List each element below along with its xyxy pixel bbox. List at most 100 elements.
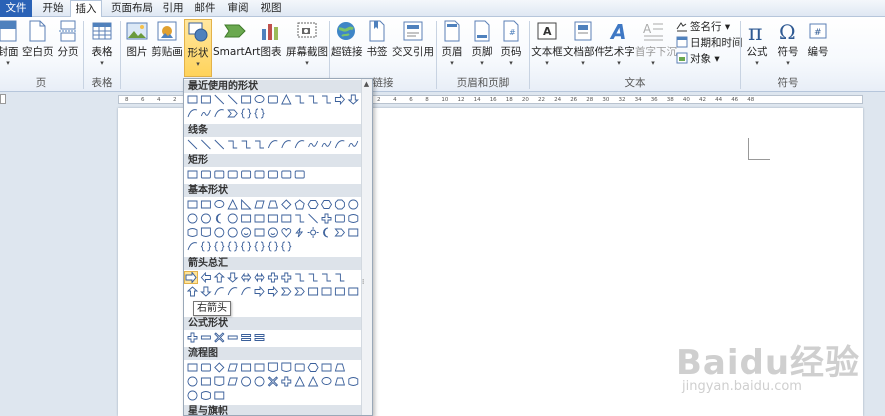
bookmark-button[interactable]: 书签	[364, 19, 390, 77]
circ-shape-icon[interactable]	[200, 213, 211, 224]
para-shape-icon[interactable]	[254, 200, 265, 209]
cyl-shape-icon[interactable]	[200, 391, 211, 400]
chevron-shape-icon[interactable]	[294, 287, 305, 296]
plus-shape-icon[interactable]	[187, 332, 198, 343]
rect-shape-icon[interactable]	[321, 363, 332, 372]
para-shape-icon[interactable]	[227, 377, 238, 386]
rrect-shape-icon[interactable]	[281, 170, 292, 179]
doc-shape-icon[interactable]	[267, 362, 278, 372]
basic-shapes-row[interactable]	[187, 227, 363, 239]
free-shape-icon[interactable]	[348, 140, 359, 148]
tab-page-layout[interactable]: 页面布局	[106, 0, 158, 17]
curve-shape-icon[interactable]	[334, 140, 345, 149]
diamond-shape-icon[interactable]	[214, 362, 225, 373]
cover-page-button[interactable]: 封面 ▾	[0, 19, 20, 77]
tab-review[interactable]: 审阅	[224, 0, 252, 17]
curve-shape-icon[interactable]	[214, 109, 224, 118]
trap-shape-icon[interactable]	[334, 363, 345, 372]
cross-reference-button[interactable]: 交叉引用	[391, 19, 435, 77]
rect-shape-icon[interactable]	[241, 95, 252, 104]
shapes-scrollbar[interactable]: ▲	[361, 79, 372, 415]
smile-shape-icon[interactable]	[267, 227, 278, 238]
minus-shape-icon[interactable]	[200, 335, 211, 340]
brace-shape-icon[interactable]	[227, 241, 238, 252]
diamond-shape-icon[interactable]	[281, 199, 292, 210]
rtri-shape-icon[interactable]	[241, 199, 252, 210]
resize-grip-icon[interactable]: ⁞	[362, 278, 364, 286]
chart-button[interactable]: 图表	[258, 19, 284, 77]
symbol-button[interactable]: Ω 符号 ▾	[773, 19, 803, 77]
brace-shape-icon[interactable]	[214, 241, 225, 252]
block-arrows-row[interactable]	[187, 272, 363, 284]
basic-shapes-row[interactable]	[187, 213, 363, 225]
cyl-shape-icon[interactable]	[348, 214, 359, 223]
rrect-shape-icon[interactable]	[241, 170, 252, 179]
equal-shape-icon[interactable]	[254, 334, 265, 341]
screenshot-button[interactable]: 屏幕截图 ▾	[285, 19, 329, 77]
sun-shape-icon[interactable]	[307, 227, 319, 238]
hex-shape-icon[interactable]	[307, 200, 319, 209]
rrect-shape-icon[interactable]	[227, 170, 238, 179]
ellipse-shape-icon[interactable]	[321, 377, 332, 385]
wordart-button[interactable]: A 艺术字 ▾	[603, 19, 635, 77]
pent-shape-icon[interactable]	[294, 199, 305, 210]
text-box-button[interactable]: A 文本框 ▾	[531, 19, 563, 77]
cyl-shape-icon[interactable]	[187, 228, 198, 237]
elbow-shape-icon[interactable]	[308, 95, 318, 104]
page-break-button[interactable]: 分页	[55, 19, 81, 77]
arrowU-shape-icon[interactable]	[213, 272, 225, 283]
line-shape-icon[interactable]	[214, 94, 225, 105]
table-button[interactable]: 表格 ▾	[88, 19, 116, 77]
ruler-toggle[interactable]	[0, 94, 6, 104]
free-shape-icon[interactable]	[200, 109, 211, 117]
block-arrows-row[interactable]	[187, 286, 363, 298]
circ-shape-icon[interactable]	[348, 199, 359, 210]
trap-shape-icon[interactable]	[267, 200, 278, 209]
arrowL-shape-icon[interactable]	[200, 272, 211, 284]
bolt-shape-icon[interactable]	[295, 227, 304, 238]
ellipse-shape-icon[interactable]	[214, 200, 225, 208]
free-shape-icon[interactable]	[308, 140, 319, 148]
rrect-shape-icon[interactable]	[294, 170, 305, 179]
arrowD-shape-icon[interactable]	[227, 272, 239, 283]
rrect-shape-icon[interactable]	[254, 170, 265, 179]
rrect-shape-icon[interactable]	[214, 170, 225, 179]
rect-shape-icon[interactable]	[281, 214, 292, 223]
tri-shape-icon[interactable]	[307, 376, 319, 387]
header-button[interactable]: 页眉 ▾	[439, 19, 465, 77]
flowchart-row[interactable]	[187, 362, 363, 374]
curve-shape-icon[interactable]	[214, 287, 224, 296]
tri-shape-icon[interactable]	[294, 376, 305, 387]
curve-shape-icon[interactable]	[267, 140, 278, 149]
curve-shape-icon[interactable]	[294, 140, 305, 149]
circ-shape-icon[interactable]	[227, 213, 238, 224]
flowchart-row[interactable]	[187, 376, 363, 388]
chevron-shape-icon[interactable]	[334, 228, 345, 237]
rect-shape-icon[interactable]	[241, 363, 252, 372]
circ-shape-icon[interactable]	[214, 227, 225, 238]
arrowU-shape-icon[interactable]	[187, 286, 199, 297]
brace-shape-icon[interactable]	[240, 241, 252, 252]
shapes-button[interactable]: 形状 ▾	[184, 19, 212, 77]
equation-shapes-row[interactable]	[187, 332, 363, 344]
arrowR-shape-icon[interactable]	[267, 286, 279, 298]
curve-shape-icon[interactable]	[241, 287, 251, 296]
rect-shape-icon[interactable]	[254, 363, 265, 372]
line-shape-icon[interactable]	[227, 94, 238, 105]
rrect-shape-icon[interactable]	[200, 363, 211, 372]
cyl-shape-icon[interactable]	[348, 377, 359, 386]
times-shape-icon[interactable]	[214, 332, 225, 343]
heart-shape-icon[interactable]	[281, 228, 292, 238]
rect-shape-icon[interactable]	[267, 214, 278, 223]
arrowD-shape-icon[interactable]	[347, 94, 359, 105]
smartart-button[interactable]: SmartArt	[213, 19, 260, 77]
right-arrow-shape-hover[interactable]	[184, 271, 198, 284]
free-shape-icon[interactable]	[321, 140, 332, 148]
curve-shape-icon[interactable]	[281, 140, 291, 149]
brace-shape-icon[interactable]	[254, 241, 265, 252]
rect-shape-icon[interactable]	[187, 170, 198, 179]
elbow-shape-icon[interactable]	[295, 95, 305, 104]
equation-button[interactable]: π 公式 ▾	[743, 19, 771, 77]
tab-view[interactable]: 视图	[257, 0, 285, 17]
tab-insert[interactable]: 插入	[70, 0, 102, 18]
